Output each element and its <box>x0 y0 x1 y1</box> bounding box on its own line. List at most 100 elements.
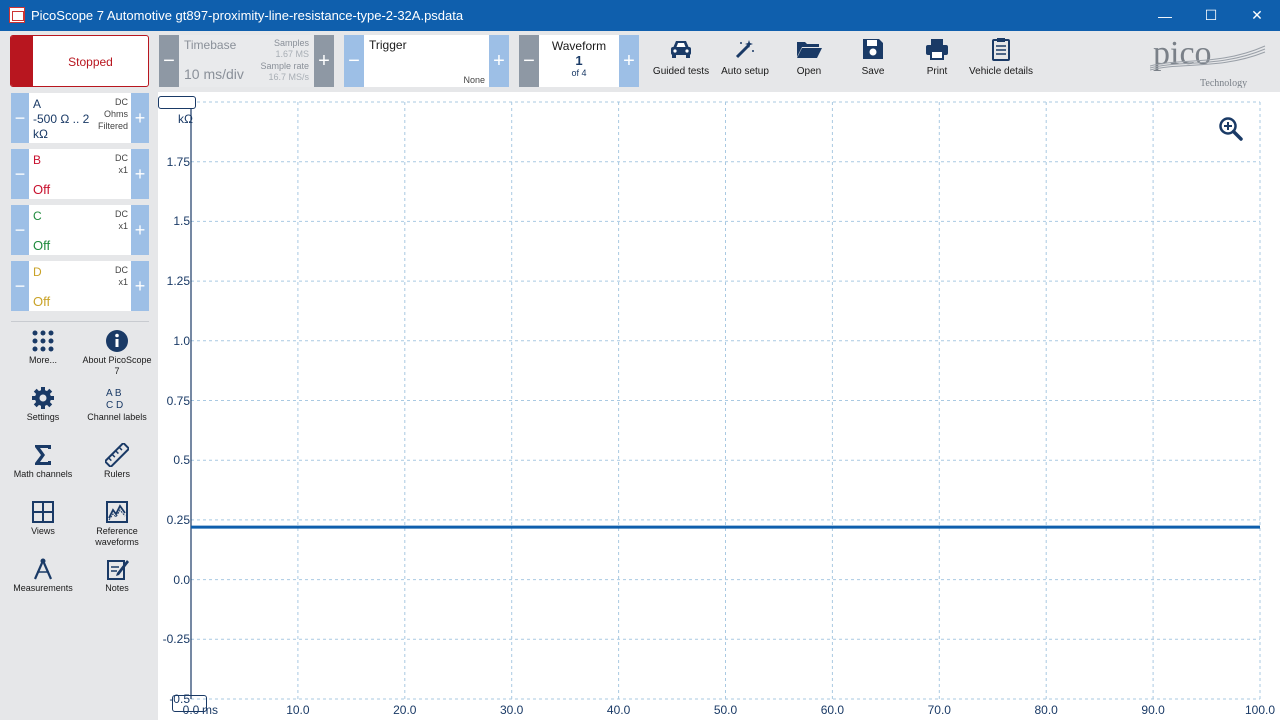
panel-divider <box>11 321 149 322</box>
trigger-increase-button[interactable]: + <box>489 35 509 87</box>
y-tick-label: 0.0 <box>173 572 190 587</box>
maximize-button[interactable]: ☐ <box>1188 0 1234 31</box>
settings-label: Settings <box>26 412 60 422</box>
channel-c-name: C <box>33 209 42 223</box>
channel-d-decrease-button[interactable]: − <box>11 261 29 311</box>
grid-dots-icon <box>32 330 54 352</box>
sample-rate-value: 16.7 MS/s <box>268 72 309 82</box>
guided-tests-button[interactable]: Guided tests <box>649 36 713 77</box>
channel-b-decrease-button[interactable]: − <box>11 149 29 199</box>
channel-c-card[interactable]: − C Off DC x1 + <box>11 205 149 255</box>
channel-d-increase-button[interactable]: + <box>131 261 149 311</box>
x-tick-label: 60.0 <box>820 703 845 717</box>
channel-a-filter: Filtered <box>97 121 128 131</box>
views-button[interactable]: Views <box>6 500 80 537</box>
measurements-button[interactable]: Measurements <box>6 557 80 594</box>
y-tick-label: 1.75 <box>166 154 190 169</box>
run-stop-button[interactable]: Stopped <box>10 35 149 87</box>
y-tick-label: 1.0 <box>173 333 190 348</box>
run-state-indicator <box>11 36 33 86</box>
channel-c-coupling: DC <box>115 209 128 219</box>
math-channels-label: Math channels <box>13 469 73 479</box>
y-axis-unit: kΩ <box>178 112 193 126</box>
save-label: Save <box>861 66 885 77</box>
y-tick-label: 0.75 <box>166 393 190 408</box>
samples-value: 1.67 MS <box>275 49 309 59</box>
trigger-mode-selector[interactable]: Trigger None <box>364 35 489 87</box>
svg-text:Technology: Technology <box>1200 78 1247 88</box>
notes-button[interactable]: Notes <box>80 557 154 594</box>
abcd-icon: A B C D <box>106 388 123 410</box>
views-icon <box>32 501 54 523</box>
scope-plot[interactable] <box>158 92 1280 720</box>
channel-d-coupling: DC <box>115 265 128 275</box>
channel-c-increase-button[interactable]: + <box>131 205 149 255</box>
scope-view[interactable]: 2.01.751.51.251.00.750.50.250.0-0.25-0.5… <box>158 92 1280 720</box>
waveform-number: 1 <box>575 53 583 68</box>
close-button[interactable]: ✕ <box>1234 0 1280 31</box>
y-tick-label: 1.25 <box>166 274 190 289</box>
x-tick-label: 40.0 <box>606 703 631 717</box>
settings-button[interactable]: Settings <box>6 386 80 423</box>
clipboard-icon <box>992 38 1010 61</box>
waveform-total: of 4 <box>571 68 587 78</box>
y-scale-top-marker[interactable] <box>158 96 196 109</box>
channel-a-card[interactable]: − A -500 Ω .. 2 kΩ DC Ohms Filtered + <box>11 93 149 143</box>
about-button[interactable]: About PicoScope 7 <box>80 329 154 377</box>
run-state-label: Stopped <box>68 55 113 69</box>
more-button[interactable]: More... <box>6 329 80 366</box>
timebase-decrease-button[interactable]: − <box>159 35 179 87</box>
channel-b-increase-button[interactable]: + <box>131 149 149 199</box>
channel-labels-label: Channel labels <box>87 412 147 422</box>
app-icon <box>9 7 25 23</box>
car-icon <box>671 41 691 58</box>
zoom-icon[interactable] <box>1218 116 1244 142</box>
x-tick-label: 30.0 <box>500 703 524 717</box>
channel-c-decrease-button[interactable]: − <box>11 205 29 255</box>
waveform-next-button[interactable]: + <box>619 35 639 87</box>
trigger-decrease-button[interactable]: − <box>344 35 364 87</box>
svg-text:A B: A B <box>106 388 122 399</box>
channel-d-name: D <box>33 265 42 279</box>
reference-waveforms-button[interactable]: Reference waveforms <box>80 500 154 548</box>
auto-setup-button[interactable]: Auto setup <box>713 36 777 77</box>
vehicle-details-button[interactable]: Vehicle details <box>969 36 1033 77</box>
trigger-mode: None <box>463 75 485 85</box>
notes-label: Notes <box>105 583 129 593</box>
channel-a-increase-button[interactable]: + <box>131 93 149 143</box>
measurements-label: Measurements <box>13 583 73 593</box>
ruler-icon <box>105 443 129 467</box>
waveform-control: − Waveform 1 of 4 + <box>519 35 639 87</box>
waveform-label: Waveform <box>551 39 607 53</box>
timebase-value[interactable]: 10 ms/div <box>184 66 244 82</box>
gear-icon <box>32 387 54 409</box>
open-button[interactable]: Open <box>777 36 841 77</box>
y-tick-label: 0.5 <box>173 453 190 468</box>
rulers-button[interactable]: Rulers <box>80 443 154 480</box>
channel-b-coupling: DC <box>115 153 128 163</box>
channel-a-name: A <box>33 97 42 111</box>
x-tick-label: 90.0 <box>1141 703 1165 717</box>
guided-tests-label: Guided tests <box>652 66 710 77</box>
print-button[interactable]: Print <box>905 36 969 77</box>
timebase-increase-button[interactable]: + <box>314 35 334 87</box>
channel-a-decrease-button[interactable]: − <box>11 93 29 143</box>
print-label: Print <box>926 66 948 77</box>
channel-b-state: Off <box>33 182 51 197</box>
info-icon <box>106 330 128 352</box>
math-channels-button[interactable]: Math channels <box>6 443 80 480</box>
timebase-control: − Timebase 10 ms/div Samples 1.67 MS Sam… <box>159 35 334 87</box>
save-button[interactable]: Save <box>841 36 905 77</box>
waveform-previous-button[interactable]: − <box>519 35 539 87</box>
channel-labels-button[interactable]: A B C D Channel labels <box>80 386 154 423</box>
open-label: Open <box>796 66 822 77</box>
y-tick-label: 1.5 <box>173 214 190 229</box>
channel-b-card[interactable]: − B Off DC x1 + <box>11 149 149 199</box>
x-axis-unit: ms <box>202 703 218 717</box>
x-tick-label: 50.0 <box>713 703 738 717</box>
about-label: About PicoScope 7 <box>82 355 152 376</box>
svg-text:C D: C D <box>106 400 123 410</box>
channel-d-state: Off <box>33 294 51 309</box>
channel-d-card[interactable]: − D Off DC x1 + <box>11 261 149 311</box>
minimize-button[interactable]: — <box>1142 0 1188 31</box>
